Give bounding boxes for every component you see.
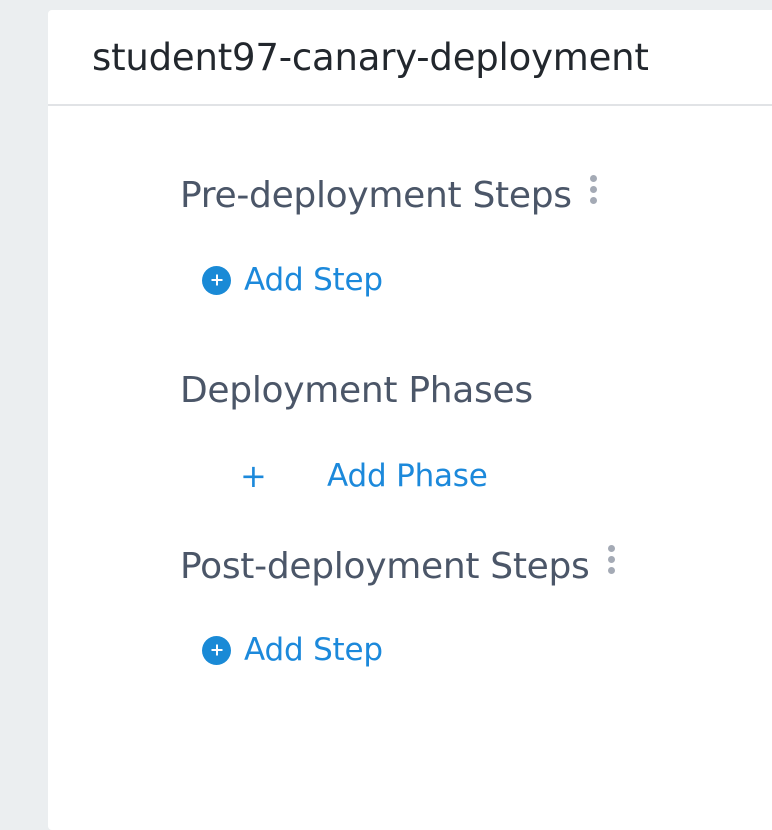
add-step-label: Add Step: [244, 262, 383, 298]
add-phase-label: Add Phase: [327, 458, 488, 494]
plus-circle-icon: [202, 635, 231, 665]
deployment-phases-title: Deployment Phases: [180, 370, 533, 411]
panel-header: student97-canary-deployment: [48, 10, 772, 106]
workflow-title: student97-canary-deployment: [92, 36, 649, 79]
pre-deployment-steps-title: Pre-deployment Steps: [180, 175, 572, 216]
add-phase-button[interactable]: + Add Phase: [240, 456, 488, 496]
pre-deployment-add-step-button[interactable]: Add Step: [202, 262, 383, 298]
add-step-label: Add Step: [244, 632, 383, 668]
post-deployment-steps-title: Post-deployment Steps: [180, 546, 590, 587]
plus-icon: +: [240, 457, 267, 495]
plus-circle-icon: [202, 265, 231, 295]
post-deployment-menu-icon[interactable]: [606, 545, 616, 581]
workflow-panel: student97-canary-deployment Pre-deployme…: [48, 10, 772, 830]
post-deployment-add-step-button[interactable]: Add Step: [202, 632, 383, 668]
pre-deployment-menu-icon[interactable]: [588, 175, 598, 211]
